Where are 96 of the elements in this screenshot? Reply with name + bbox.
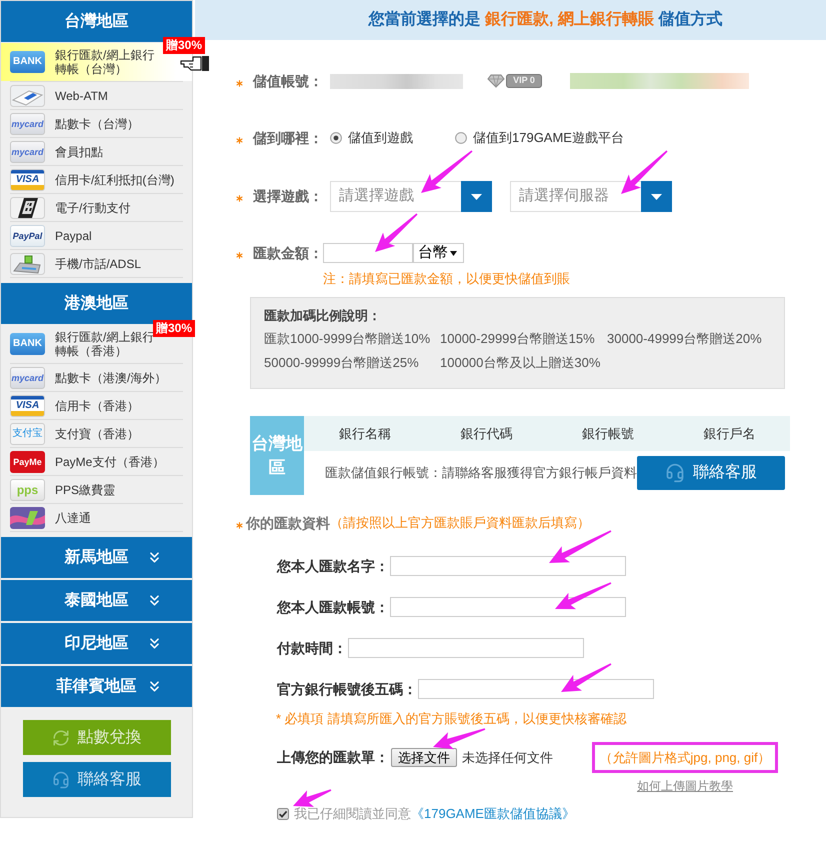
bonus-badge: 贈30% (153, 320, 196, 337)
payme-logo: PayMe (10, 450, 45, 472)
arrow-icon (561, 663, 612, 692)
bank-card-logo: BANK (10, 51, 45, 73)
contact-support-button[interactable]: 聯絡客服 (637, 456, 785, 490)
refresh-icon (52, 728, 70, 746)
region-header[interactable]: 泰國地區 (1, 580, 192, 621)
text-input[interactable] (390, 597, 626, 617)
vip-badge: VIP 0 (506, 74, 542, 88)
bonus-tier-text: 50000-99999台幣贈送25% (264, 354, 420, 371)
radio-button[interactable] (455, 132, 467, 144)
field-label: 您本人匯款帳號： (277, 598, 389, 616)
field-label: 選擇遊戲： (253, 186, 324, 206)
allowed-formats-note: （允許圖片格式jpg, png, gif） (592, 742, 778, 773)
payment-method-item[interactable]: 電子/行動支付 (1, 194, 192, 221)
bank-account-note: 匯款儲值銀行帳號：請聯絡客服獲得官方銀行帳戶資料 (325, 464, 637, 482)
page-title: 您當前選擇的是 銀行匯款, 網上銀行轉賬 儲值方式 (368, 9, 722, 30)
card-logo: mycard (10, 140, 45, 162)
column-header: 銀行帳號 (580, 424, 635, 443)
arrow-icon (555, 582, 612, 610)
column-header: 銀行名稱 (338, 424, 392, 443)
arrow-icon (293, 789, 332, 807)
panel-title: 匯款加碼比例說明： (264, 307, 382, 324)
agreement-text: 我已仔細閱讀並同意《179GAME匯款儲值協議》 (294, 805, 575, 824)
field-label: 儲到哪裡： (253, 128, 324, 148)
payment-method-item[interactable]: 支付宝 支付寶（香港） (1, 420, 192, 447)
payment-method-item[interactable]: Web-ATM (1, 82, 192, 109)
payment-method-item[interactable]: mycard 點數卡（台灣） (1, 110, 192, 137)
card-logo: mycard (10, 366, 45, 388)
headset-icon (52, 770, 70, 788)
section-title: 你的匯款資料 (246, 514, 330, 533)
column-header: 銀行戶名 (702, 424, 756, 443)
section-hint: （請按照以上官方匯款賬戶資料匯款后填寫） (330, 514, 590, 532)
required-note: * 必填項 請填寫所匯入的官方賬號後五碼，以便更快核審確認 (276, 711, 628, 727)
pps-logo: pps (10, 478, 45, 500)
column-header: 銀行代碼 (459, 424, 514, 443)
arrow-icon (421, 150, 473, 193)
field-label: 官方銀行帳號後五碼： (277, 680, 417, 698)
arrow-icon (621, 150, 668, 194)
field-label: 您本人匯款名字： (277, 556, 389, 576)
payment-method-item[interactable]: mycard 點數卡（港澳/海外） (1, 364, 192, 391)
payment-method-item[interactable]: mycard 會員扣點 (1, 138, 192, 165)
field-label: 儲值帳號： (253, 72, 324, 90)
payment-method-item[interactable]: 手機/市話/ADSL (1, 250, 192, 277)
currency-select[interactable]: 台幣 (413, 243, 464, 263)
field-label: 匯款金額： (253, 244, 323, 262)
paypal-logo: PayPal (10, 224, 45, 246)
region-header[interactable]: 菲律賓地區 (1, 666, 192, 707)
caret-icon (461, 180, 492, 212)
bonus-badge: 贈30% (163, 37, 206, 54)
text-input[interactable] (390, 556, 626, 576)
field-label: 付款時間： (277, 638, 347, 658)
bonus-tier-text: 100000台幣及以上贈送30% (440, 354, 602, 371)
support-button[interactable]: 聯絡客服 (22, 762, 170, 797)
caret-icon (641, 180, 672, 212)
bonus-tier-text: 匯款1000-9999台幣贈送10% (264, 330, 432, 347)
pointing-hand-icon (180, 53, 210, 73)
caret-icon (450, 250, 457, 256)
region-cell: 台灣地區 (250, 416, 304, 495)
text-input[interactable] (348, 638, 584, 658)
card-logo: mycard (10, 112, 45, 134)
visa-card-logo: VISA (10, 394, 45, 416)
agreement-link[interactable]: 《179GAME匯款儲值協議》 (411, 806, 575, 822)
payment-method-item[interactable]: pps PPS繳費靈 (1, 476, 192, 503)
field-label: 上傳您的匯款單： (277, 748, 389, 767)
arrow-icon (433, 728, 486, 750)
payment-terminal-icon (10, 252, 45, 274)
amount-note: 注：請填寫已匯款金額，以便更快儲值到賬 (323, 271, 571, 287)
payment-method-item[interactable]: PayMe PayMe支付（香港） (1, 448, 192, 475)
region-header[interactable]: 新馬地區 (1, 537, 192, 578)
visa-card-logo: VISA (10, 168, 45, 190)
agreement-checkbox[interactable] (277, 808, 289, 820)
file-status-text: 未选择任何文件 (462, 748, 553, 767)
radio-button[interactable] (330, 132, 342, 144)
choose-file-button[interactable]: 选择文件 (391, 748, 457, 767)
arrow-icon (549, 530, 612, 563)
bonus-tier-text: 10000-29999台幣贈送15% (440, 330, 596, 347)
payment-method-item[interactable]: VISA 信用卡/紅利抵扣(台灣) (1, 166, 192, 193)
qr-code-phone-icon (10, 196, 45, 218)
payment-method-item[interactable]: 八達通 (1, 504, 192, 531)
payment-method-item[interactable]: VISA 信用卡（香港） (1, 392, 192, 419)
bank-card-logo: BANK (10, 333, 45, 355)
region-header[interactable]: 印尼地區 (1, 623, 192, 664)
text-input[interactable] (418, 679, 654, 699)
help-link[interactable]: 如何上傳圖片教學 (637, 778, 733, 794)
radio-label: 儲值到179GAME遊戲平台 (473, 129, 624, 148)
bonus-tier-text: 30000-49999台幣贈送20% (607, 330, 763, 347)
amount-input[interactable] (323, 243, 413, 263)
card-reader-icon (10, 84, 45, 106)
payment-method-item[interactable]: PayPal Paypal (1, 222, 192, 249)
alipay-logo: 支付宝 (10, 422, 45, 444)
transit-card-icon (10, 506, 45, 528)
headset-icon (665, 463, 685, 483)
arrow-icon (375, 213, 418, 252)
radio-label: 儲值到遊戲 (348, 129, 413, 148)
diamond-icon (487, 74, 505, 88)
